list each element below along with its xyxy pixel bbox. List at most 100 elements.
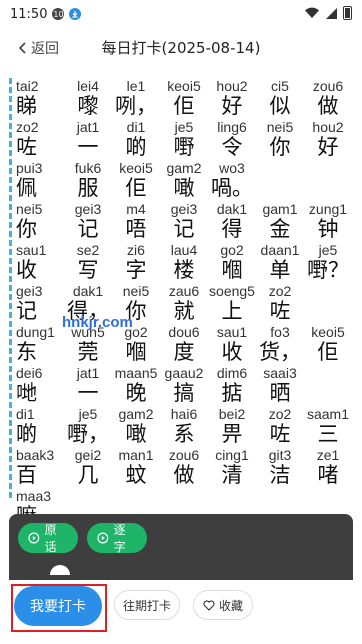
jyutping-text: dak1 xyxy=(72,283,104,299)
chinese-char: 啲 xyxy=(16,422,37,446)
word-pair[interactable]: wo3 喎。 xyxy=(202,160,262,200)
word-pair[interactable]: zung1 钟 xyxy=(298,201,358,241)
jyutping-text: je5 xyxy=(78,406,98,422)
jyutping-text: baak3 xyxy=(16,447,55,463)
jyutping-text: ling6 xyxy=(217,119,247,135)
chinese-char: 写 xyxy=(77,258,99,282)
jyutping-text: lau4 xyxy=(170,242,198,258)
chinese-char: 洁 xyxy=(269,463,291,487)
transcript-panel: tai2 睇 lei4 嚟 le1 咧， keoi5 佢 hou2 好 ci5 似 zou6 做 zo2 咗 j… xyxy=(9,78,362,528)
jyutping-text: sau1 xyxy=(216,324,248,340)
history-button[interactable]: 往期打卡 xyxy=(114,590,180,620)
page-title: 每日打卡(2025-08-14) xyxy=(101,39,261,57)
chinese-char: 啲 xyxy=(125,135,147,159)
word-pair[interactable]: zou6 做 xyxy=(298,78,358,118)
jyutping-text: bei2 xyxy=(218,406,246,422)
jyutping-text: zou6 xyxy=(312,78,344,94)
chinese-char: 你 xyxy=(16,217,37,241)
jyutping-text: nei5 xyxy=(16,201,43,217)
favorite-button[interactable]: 收藏 xyxy=(193,590,253,620)
chinese-char: 唔 xyxy=(125,217,147,241)
jyutping-text: man1 xyxy=(118,447,154,463)
chinese-char: 嚟 xyxy=(77,94,99,118)
jyutping-text: le1 xyxy=(126,78,146,94)
battery-icon xyxy=(343,6,352,20)
status-time: 11:50 xyxy=(10,6,48,22)
word-pair[interactable]: keoi5 佢 xyxy=(298,324,358,364)
jyutping-text: m4 xyxy=(126,201,146,217)
chinese-char: 收 xyxy=(221,340,243,364)
chinese-char: 嗰 xyxy=(125,340,147,364)
chinese-char: 令 xyxy=(221,135,243,159)
chinese-char: 哋 xyxy=(16,381,37,405)
chinese-char: 睇 xyxy=(16,94,37,118)
heart-icon xyxy=(203,600,215,611)
top-nav: 返回 每日打卡(2025-08-14) xyxy=(0,30,362,64)
chinese-char: 收 xyxy=(16,258,37,282)
play-word-label: 逐字 xyxy=(113,523,126,554)
jyutping-text: keoi5 xyxy=(119,160,153,176)
chinese-char: 蚊 xyxy=(125,463,147,487)
chinese-char: 记 xyxy=(173,217,195,241)
watermark-text: hnkjr.com xyxy=(62,314,133,331)
jyutping-text: zo2 xyxy=(268,406,292,422)
jyutping-text: git3 xyxy=(268,447,292,463)
wifi-icon xyxy=(305,7,319,19)
jyutping-text: dak1 xyxy=(216,201,248,217)
jyutping-text: gam2 xyxy=(166,160,202,176)
chinese-char: 货， xyxy=(259,340,301,364)
chinese-char: 畀 xyxy=(221,422,243,446)
play-original-button[interactable]: 原话 xyxy=(18,523,78,554)
chinese-char: 东 xyxy=(16,340,37,364)
jyutping-text: daan1 xyxy=(260,242,300,258)
jyutping-text: lei4 xyxy=(77,78,99,94)
jyutping-text: je5 xyxy=(318,242,338,258)
chinese-char: 咗 xyxy=(269,422,291,446)
word-pair[interactable]: saai3 晒 xyxy=(250,365,310,405)
jyutping-text: fuk6 xyxy=(74,160,102,176)
jyutping-text: se2 xyxy=(76,242,100,258)
jyutping-text: zou6 xyxy=(168,447,200,463)
jyutping-text: maan5 xyxy=(114,365,158,381)
chinese-char: 佢 xyxy=(317,340,339,364)
chinese-char: 咗 xyxy=(269,299,291,323)
chinese-char: 嗰 xyxy=(221,258,243,282)
jyutping-text: soeng5 xyxy=(209,283,255,299)
play-circle-icon xyxy=(97,532,109,544)
chinese-char: 记 xyxy=(16,299,37,323)
word-pair[interactable]: ze1 啫 xyxy=(298,447,358,487)
chinese-char: 三 xyxy=(317,422,339,446)
chinese-char: 佢 xyxy=(125,176,147,200)
jyutping-text: gam1 xyxy=(262,201,298,217)
chinese-char: 咗 xyxy=(16,135,37,159)
play-word-button[interactable]: 逐字 xyxy=(87,523,147,554)
jyutping-text: gei3 xyxy=(170,201,198,217)
jyutping-text: tai2 xyxy=(16,78,39,94)
chinese-char: 百 xyxy=(16,463,37,487)
favorite-label: 收藏 xyxy=(218,598,243,613)
chinese-char: 掂 xyxy=(221,381,243,405)
chinese-char: 好 xyxy=(221,94,243,118)
chinese-char: 好 xyxy=(317,135,339,159)
jyutping-text: zau6 xyxy=(168,283,200,299)
chinese-char: 记 xyxy=(77,217,99,241)
chinese-char: 一 xyxy=(77,381,99,405)
chinese-char: 做 xyxy=(317,94,339,118)
jyutping-text: pui3 xyxy=(16,160,43,176)
chinese-char: 清 xyxy=(221,463,243,487)
jyutping-text: sau1 xyxy=(16,242,47,258)
jyutping-text: keoi5 xyxy=(311,324,345,340)
word-pair[interactable]: hou2 好 xyxy=(298,119,358,159)
jyutping-text: hou2 xyxy=(312,119,344,135)
word-pair[interactable]: saam1 三 xyxy=(298,406,358,446)
chinese-char: 字 xyxy=(125,258,147,282)
chinese-char: 晒 xyxy=(269,381,291,405)
chinese-char: 就 xyxy=(173,299,195,323)
jyutping-text: nei5 xyxy=(266,119,294,135)
word-pair[interactable]: je5 嘢？ xyxy=(298,242,358,282)
signal-icon xyxy=(326,7,337,19)
chinese-char: 佢 xyxy=(173,94,195,118)
chinese-char: 噉 xyxy=(173,176,195,200)
chinese-char: 几 xyxy=(77,463,99,487)
word-pair[interactable]: zo2 咗 xyxy=(250,283,310,323)
